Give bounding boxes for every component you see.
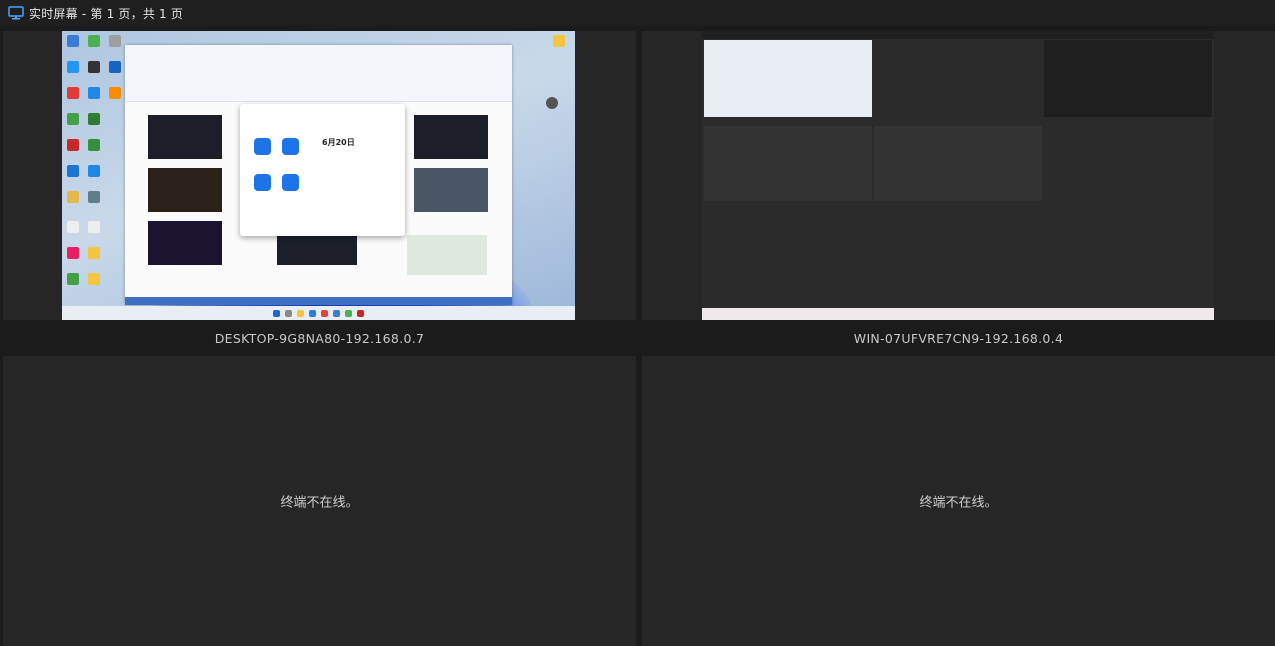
check-icon [254, 174, 271, 191]
flash-icon [282, 138, 299, 155]
desktop-icon [67, 247, 79, 259]
screen-cell-3[interactable]: 终端不在线。 [3, 356, 636, 646]
window-title: 实时屏幕 - 第 1 页，共 1 页 [29, 6, 184, 21]
desktop-icon [67, 221, 79, 233]
nested-screen-tile [704, 40, 872, 117]
offline-status: 终端不在线。 [280, 495, 359, 511]
nested-screen-tile [1044, 40, 1212, 117]
desktop-icon [88, 273, 100, 285]
dialog-date: 6月20日 [322, 138, 355, 147]
desktop-icon [67, 35, 79, 47]
taskbar [62, 306, 575, 320]
desktop-icon [109, 35, 121, 47]
nested-screen-tile [874, 40, 1042, 117]
desktop-icon [88, 247, 100, 259]
desktop-icon [88, 139, 100, 151]
screen-thumb [277, 231, 357, 265]
desktop-icon [88, 87, 100, 99]
screen-thumb [148, 221, 222, 265]
screen-thumb [407, 235, 487, 275]
desktop-icon [109, 87, 121, 99]
nested-screen-tile [704, 126, 872, 201]
live-screen-thumbnail[interactable]: 6月20日 [62, 31, 575, 320]
live-screen-thumbnail[interactable] [702, 31, 1214, 320]
screen-thumb [148, 168, 222, 212]
remote-title-bar [702, 31, 1214, 39]
monitor-icon [8, 6, 24, 20]
desktop-icon [67, 191, 79, 203]
desktop-icon [88, 35, 100, 47]
desktop-icon [67, 113, 79, 125]
nested-screen-tile [874, 126, 1042, 201]
desktop-icon [67, 165, 79, 177]
desktop-icon [88, 61, 100, 73]
screen-cell-4[interactable]: 终端不在线。 [642, 356, 1275, 646]
desktop-icon [109, 61, 121, 73]
desktop-icon [67, 139, 79, 151]
desktop-icon [67, 61, 79, 73]
desktop-icon [88, 191, 100, 203]
screen-thumb [414, 115, 488, 159]
desktop-icon [88, 165, 100, 177]
screen-thumb [148, 115, 222, 159]
desktop-icon [553, 35, 565, 47]
plus-icon [254, 138, 271, 155]
desktop-icon [88, 113, 100, 125]
ribbon-toolbar [125, 45, 512, 102]
screen-icon [282, 174, 299, 191]
desktop-icon [67, 273, 79, 285]
offline-status: 终端不在线。 [919, 495, 998, 511]
taskbar [702, 308, 1214, 320]
title-bar: 实时屏幕 - 第 1 页，共 1 页 [0, 0, 1275, 26]
desktop-icon [67, 87, 79, 99]
screen-label-2: WIN-07UFVRE7CN9-192.168.0.4 [853, 330, 1064, 346]
screen-label-1: DESKTOP-9G8NA80-192.168.0.7 [214, 330, 425, 346]
screen-thumb [414, 168, 488, 212]
dialog: 6月20日 [240, 104, 405, 236]
desktop-icon [88, 221, 100, 233]
status-strip [125, 297, 512, 305]
desktop-icon [546, 97, 558, 109]
